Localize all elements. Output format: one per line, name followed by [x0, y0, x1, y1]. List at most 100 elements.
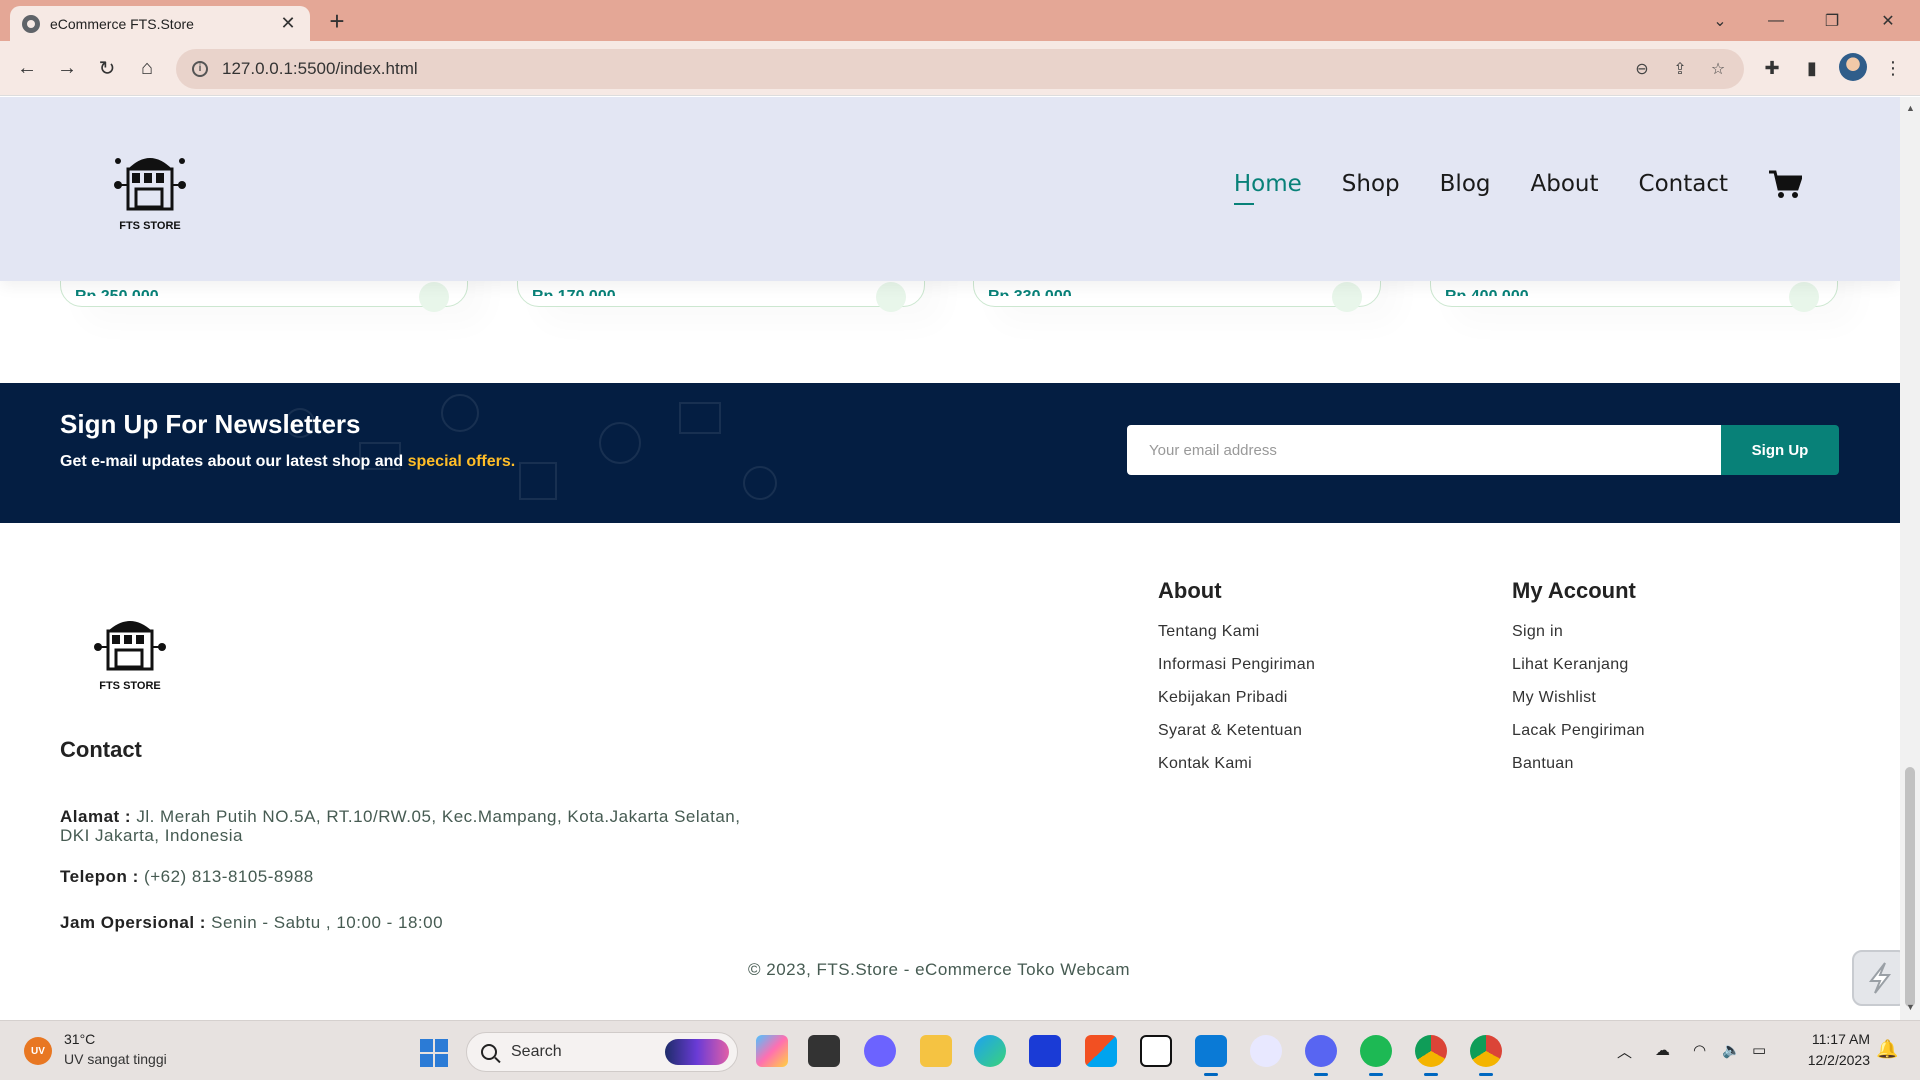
extensions-icon[interactable]: ✚ [1757, 53, 1787, 83]
footer-link-syarat-ketentuan[interactable]: Syarat & Ketentuan [1158, 722, 1302, 740]
windows-start-icon[interactable] [420, 1039, 448, 1067]
translate-app-icon[interactable] [1250, 1035, 1282, 1067]
nav-contact[interactable]: Contact [1639, 171, 1728, 197]
microsoft-store-icon[interactable] [1085, 1035, 1117, 1067]
battery-icon[interactable]: ▭ [1752, 1041, 1766, 1059]
scroll-thumb[interactable] [1905, 767, 1915, 1007]
footer-link-my-wishlist[interactable]: My Wishlist [1512, 689, 1596, 707]
zoom-icon[interactable]: ⊖ [1630, 57, 1654, 81]
product-price: Rp 400.000 [1445, 288, 1529, 296]
sign-up-button[interactable]: Sign Up [1721, 425, 1839, 475]
copyright-text: © 2023, FTS.Store - eCommerce Toko Webca… [748, 960, 1130, 979]
weather-uv-icon[interactable]: UV [24, 1037, 52, 1065]
add-to-cart-icon[interactable] [1789, 282, 1819, 312]
newsletter-subtitle-text: Get e-mail updates about our latest shop… [60, 453, 404, 470]
store-logo[interactable]: FTS STORE [108, 139, 192, 235]
reload-icon[interactable]: ↻ [90, 51, 124, 85]
contact-title: Contact [60, 737, 142, 762]
file-explorer-icon[interactable] [920, 1035, 952, 1067]
hours-line: Jam Opersional : Senin - Sabtu , 10:00 -… [60, 913, 443, 932]
address-bar[interactable]: i 127.0.0.1:5500/index.html ⊖ ⇪ ☆ [176, 49, 1744, 89]
address-label: Alamat : [60, 807, 132, 826]
edge-icon[interactable] [974, 1035, 1006, 1067]
side-panel-icon[interactable]: ▮ [1797, 53, 1827, 83]
newsletter-title: Sign Up For Newsletters [60, 409, 361, 439]
close-tab-icon[interactable]: ✕ [278, 13, 298, 34]
discord-icon[interactable] [1305, 1035, 1337, 1076]
footer-link-bantuan[interactable]: Bantuan [1512, 755, 1574, 773]
address-value-line1: Jl. Merah Putih NO.5A, RT.10/RW.05, Kec.… [136, 807, 741, 826]
profile-avatar[interactable] [1839, 53, 1867, 81]
home-icon[interactable]: ⌂ [130, 51, 164, 85]
product-price: Rp 330.000 [988, 288, 1072, 296]
copilot-icon[interactable] [756, 1035, 788, 1067]
bookmark-star-icon[interactable]: ☆ [1706, 57, 1730, 81]
browser-toolbar: ← → ↻ ⌂ i 127.0.0.1:5500/index.html ⊖ ⇪ … [0, 41, 1920, 96]
shopping-cart-icon[interactable] [1768, 169, 1802, 199]
menu-kebab-icon[interactable]: ⋮ [1878, 53, 1908, 83]
phone-value: (+62) 813-8105-8988 [144, 867, 314, 886]
onedrive-icon[interactable]: ☁ [1655, 1041, 1670, 1059]
nav-home[interactable]: Home [1233, 171, 1302, 205]
notification-bell-icon[interactable]: 🔔 [1876, 1039, 1898, 1060]
scroll-up-icon[interactable]: ▲ [1906, 103, 1915, 113]
footer-link-tentang-kami[interactable]: Tentang Kami [1158, 623, 1259, 641]
add-to-cart-icon[interactable] [1332, 282, 1362, 312]
weather-temperature[interactable]: 31°C [64, 1031, 95, 1047]
newsletter-highlight: special offers. [407, 453, 516, 470]
footer-link-lacak-pengiriman[interactable]: Lacak Pengiriman [1512, 722, 1645, 740]
spotify-icon[interactable] [1360, 1035, 1392, 1076]
nav-shop[interactable]: Shop [1342, 171, 1400, 197]
product-price: Rp 250.000 [75, 288, 159, 296]
footer-logo-text: FTS STORE [99, 680, 161, 692]
footer-link-informasi-pengiriman[interactable]: Informasi Pengiriman [1158, 656, 1315, 674]
scroll-down-icon[interactable]: ▼ [1906, 1002, 1915, 1012]
site-info-icon[interactable]: i [192, 61, 208, 77]
footer-link-kontak-kami[interactable]: Kontak Kami [1158, 755, 1252, 773]
wifi-icon[interactable]: ◠ [1693, 1041, 1706, 1059]
add-to-cart-icon[interactable] [419, 282, 449, 312]
phone-line: Telepon : (+62) 813-8105-8988 [60, 867, 314, 886]
teams-chat-icon[interactable] [864, 1035, 896, 1067]
minimize-button[interactable]: — [1748, 0, 1804, 41]
nav-blog[interactable]: Blog [1440, 171, 1491, 197]
footer-logo[interactable]: FTS STORE [88, 605, 172, 695]
clock-time[interactable]: 11:17 AM [1800, 1031, 1870, 1047]
tray-chevron-icon[interactable]: ︿ [1617, 1041, 1632, 1062]
add-to-cart-icon[interactable] [876, 282, 906, 312]
floating-extension-button[interactable] [1852, 950, 1900, 1006]
footer-link-lihat-keranjang[interactable]: Lihat Keranjang [1512, 656, 1629, 674]
address-line: Alamat : Jl. Merah Putih NO.5A, RT.10/RW… [60, 807, 740, 845]
forward-icon[interactable]: → [50, 51, 84, 85]
email-input[interactable]: Your email address [1127, 425, 1721, 475]
search-highlight-image [665, 1039, 729, 1065]
tab-title: eCommerce FTS.Store [50, 15, 194, 32]
tab-search-icon[interactable]: ⌄ [1692, 0, 1748, 41]
footer-link-sign-in[interactable]: Sign in [1512, 623, 1563, 641]
volume-icon[interactable]: 🔈 [1722, 1041, 1741, 1059]
restore-button[interactable]: ❐ [1804, 0, 1860, 41]
back-icon[interactable]: ← [10, 51, 44, 85]
weather-description[interactable]: UV sangat tinggi [64, 1051, 167, 1067]
task-view-icon[interactable] [808, 1035, 840, 1067]
search-label: Search [511, 1043, 562, 1060]
page-scrollbar[interactable]: ▲ ▼ [1900, 97, 1920, 1020]
editor-app-icon[interactable] [1029, 1035, 1061, 1067]
windows-taskbar: UV 31°C UV sangat tinggi Search ︿ ☁ ◠ 🔈 … [0, 1020, 1920, 1080]
new-tab-button[interactable]: + [322, 6, 352, 36]
browser-tab[interactable]: eCommerce FTS.Store ✕ [10, 6, 310, 41]
footer-link-kebijakan-pribadi[interactable]: Kebijakan Pribadi [1158, 689, 1288, 707]
chrome-icon[interactable] [1415, 1035, 1447, 1076]
close-window-button[interactable]: ✕ [1860, 0, 1916, 41]
hours-label: Jam Opersional : [60, 913, 206, 932]
chrome-profile-icon[interactable] [1470, 1035, 1502, 1076]
main-nav: Home Shop Blog About Contact [1194, 169, 1802, 205]
taskbar-search[interactable]: Search [466, 1032, 738, 1072]
clock-date[interactable]: 12/2/2023 [1790, 1052, 1870, 1068]
share-icon[interactable]: ⇪ [1668, 57, 1692, 81]
nav-about[interactable]: About [1531, 171, 1599, 197]
notion-icon[interactable] [1140, 1035, 1172, 1067]
vscode-icon[interactable] [1195, 1035, 1227, 1076]
phone-label: Telepon : [60, 867, 139, 886]
newsletter-section: Sign Up For Newsletters Get e-mail updat… [0, 383, 1900, 523]
